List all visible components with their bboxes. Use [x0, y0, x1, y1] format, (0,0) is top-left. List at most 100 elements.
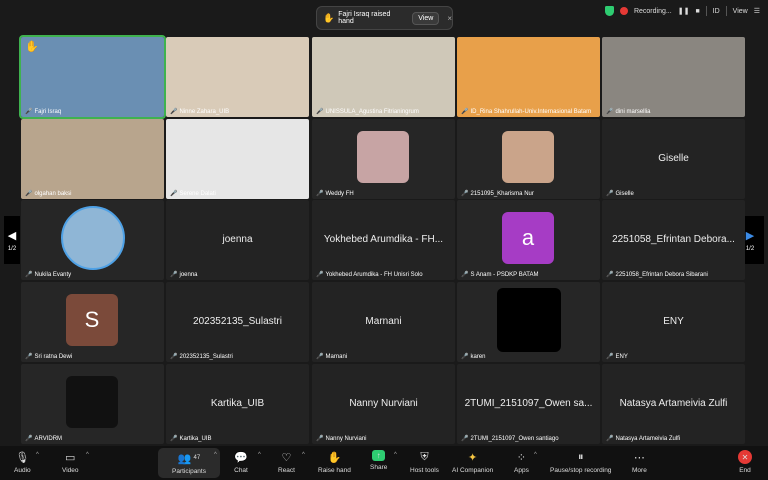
participant-name: Ninne Zahara_UIB: [179, 108, 230, 115]
participant-display-name: Natasya Artameivia Zulfi: [619, 398, 728, 409]
muted-mic-icon: 🎤: [170, 354, 178, 360]
participant-tile[interactable]: 🎤 Ninne Zahara_UIB: [166, 37, 309, 117]
raise-hand-button[interactable]: ✋ Raise hand: [318, 450, 351, 475]
shield-icon[interactable]: [604, 6, 614, 16]
participant-tile[interactable]: a 🎤 S Anam - PSDKP BATAM: [457, 200, 600, 280]
participant-tile[interactable]: 🎤 dini marsellia: [602, 37, 745, 117]
participant-tile[interactable]: 🎤 ID_Rina Shahrullah-Univ.Internasional B…: [457, 37, 600, 117]
participants-label: Participants: [172, 468, 206, 475]
pause-stop-recording-button[interactable]: ⏸ Pause/stop recording: [550, 450, 611, 475]
prev-page-button[interactable]: ◀ 1/2: [4, 216, 20, 264]
muted-mic-icon: 🎤: [25, 436, 33, 442]
participant-name-label: 🎤 ID_Rina Shahrullah-Univ.Internasional B…: [461, 108, 591, 116]
participant-name: 202352135_Sulastri: [179, 353, 233, 360]
participant-grid: ✋ 🎤 Fajri Israq 🎤 Ninne Zahara_UIB 🎤 UNISSULA_…: [19, 35, 748, 445]
apps-label: Apps: [514, 467, 529, 474]
ai-companion-button[interactable]: ✦ AI Companion: [452, 450, 493, 475]
share-button[interactable]: ↑ Share: [370, 450, 387, 471]
pause-recording-icon[interactable]: ❚❚: [678, 7, 690, 15]
video-button[interactable]: ▭ Video: [62, 450, 79, 475]
participant-tile[interactable]: joenna 🎤 joenna: [166, 200, 309, 280]
participant-tile[interactable]: 🎤 UNISSULA_Agustina Fitrianingrum: [312, 37, 455, 117]
muted-mic-icon: 🎤: [461, 354, 469, 360]
participant-name: Nanny Nurviani: [325, 435, 367, 442]
participant-tile[interactable]: Nanny Nurviani 🎤 Nanny Nurviani: [312, 364, 455, 444]
participants-options-caret[interactable]: ^: [214, 452, 217, 458]
participant-photo: [502, 131, 554, 183]
host-tools-button[interactable]: ⛨ Host tools: [410, 450, 439, 475]
participant-name: 2151095_Kharisma Nur: [470, 190, 534, 197]
muted-mic-icon: 🎤: [25, 354, 33, 360]
participant-tile[interactable]: 🎤 Weddy FH: [312, 119, 455, 199]
participant-name-label: 🎤 Giselle: [606, 190, 634, 198]
participant-tile[interactable]: Kartika_UIB 🎤 Kartika_UIB: [166, 364, 309, 444]
meeting-toolbar: 🎙 Audio ^ ▭ Video ^ 👥 47 Participants ^ 💬…: [0, 446, 768, 480]
muted-mic-icon: 🎤: [170, 109, 178, 115]
stop-recording-icon[interactable]: ■: [695, 8, 699, 15]
participant-tile[interactable]: 2251058_Efrintan Debora... 🎤 2251058_Efrin…: [602, 200, 745, 280]
participant-tile[interactable]: S 🎤 Sri ratna Dewi: [21, 282, 164, 362]
apps-button[interactable]: ⁘ Apps: [514, 450, 529, 475]
participant-tile[interactable]: 🎤 Nukila Evanty: [21, 200, 164, 280]
participant-video: [602, 37, 745, 117]
share-screen-icon: ↑: [372, 450, 386, 461]
meeting-status: Recording... ❚❚ ■ ID View ☰: [604, 6, 760, 16]
participant-tile[interactable]: 🎤 Serene Dalati: [166, 119, 309, 199]
chat-button[interactable]: 💬 Chat: [234, 450, 248, 475]
apps-options-caret[interactable]: ^: [534, 452, 537, 458]
muted-mic-icon: 🎤: [461, 191, 469, 197]
chevron-left-icon: ◀: [7, 229, 17, 242]
more-button[interactable]: ⋯ More: [632, 450, 647, 475]
participant-tile[interactable]: Yokhebed Arumdika - FH... 🎤 Yokhebed Arumd…: [312, 200, 455, 280]
participant-name: Natasya Artameivia Zulfi: [615, 435, 681, 442]
menu-icon[interactable]: ☰: [754, 7, 760, 15]
chat-icon: 💬: [234, 451, 248, 464]
audio-options-caret[interactable]: ^: [36, 452, 39, 458]
participant-tile[interactable]: 🎤 olgahan baksi: [21, 119, 164, 199]
muted-mic-icon: 🎤: [316, 272, 324, 278]
participant-name: Weddy FH: [325, 190, 354, 197]
muted-mic-icon: 🎤: [316, 354, 324, 360]
participant-display-name: 2TUMI_2151097_Owen sa...: [464, 398, 593, 409]
participant-tile[interactable]: 🎤 karen: [457, 282, 600, 362]
participant-tile[interactable]: 2TUMI_2151097_Owen sa... 🎤 2TUMI_2151097_O…: [457, 364, 600, 444]
participant-tile[interactable]: Giselle 🎤 Giselle: [602, 119, 745, 199]
participant-tile[interactable]: ENY 🎤 ENY: [602, 282, 745, 362]
participant-display-name: Kartika_UIB: [210, 398, 265, 409]
close-icon[interactable]: ×: [447, 14, 452, 23]
react-options-caret[interactable]: ^: [302, 452, 305, 458]
share-label: Share: [370, 464, 388, 471]
video-options-caret[interactable]: ^: [86, 452, 89, 458]
share-options-caret[interactable]: ^: [394, 452, 397, 458]
muted-mic-icon: 🎤: [461, 436, 469, 442]
participant-avatar: [497, 288, 561, 352]
participant-tile[interactable]: Natasya Artameivia Zulfi 🎤 Natasya Artamei…: [602, 364, 745, 444]
view-menu-button[interactable]: View: [733, 8, 748, 15]
participant-display-name: ENY: [663, 316, 684, 327]
participant-name: Fajri Israq: [34, 108, 62, 115]
participant-video: [21, 119, 164, 199]
participant-name: 2TUMI_2151097_Owen santiago: [470, 435, 559, 442]
end-button[interactable]: ✕ End: [738, 450, 752, 474]
participant-name-label: 🎤 Natasya Artameivia Zulfi: [606, 435, 681, 443]
participant-display-name: 202352135_Sulastri: [193, 316, 282, 327]
participant-display-name: Yokhebed Arumdika - FH...: [323, 234, 444, 245]
participant-tile[interactable]: ✋ 🎤 Fajri Israq: [19, 35, 166, 119]
chat-options-caret[interactable]: ^: [258, 452, 261, 458]
participant-name: S Anam - PSDKP BATAM: [470, 271, 539, 278]
participants-button[interactable]: 👥 47 Participants: [158, 448, 220, 478]
divider: [705, 6, 707, 16]
raised-hand-icon: ✋: [323, 12, 335, 23]
id-badge[interactable]: ID: [713, 8, 720, 15]
participant-tile[interactable]: 202352135_Sulastri 🎤 202352135_Sulastri: [166, 282, 309, 362]
participant-avatar: S: [66, 294, 118, 346]
participant-tile[interactable]: 🎤 ARVIDRM: [21, 364, 164, 444]
audio-button[interactable]: 🎙 Audio: [14, 450, 31, 475]
view-button[interactable]: View: [412, 11, 440, 25]
more-icon: ⋯: [633, 451, 645, 464]
participant-tile[interactable]: Marnani 🎤 Marnani: [312, 282, 455, 362]
pause-stop-icon: ⏸: [577, 450, 584, 463]
react-button[interactable]: ♡ React: [278, 450, 295, 475]
participant-name-label: 🎤 Nukila Evanty: [25, 271, 71, 279]
participant-tile[interactable]: 🎤 2151095_Kharisma Nur: [457, 119, 600, 199]
